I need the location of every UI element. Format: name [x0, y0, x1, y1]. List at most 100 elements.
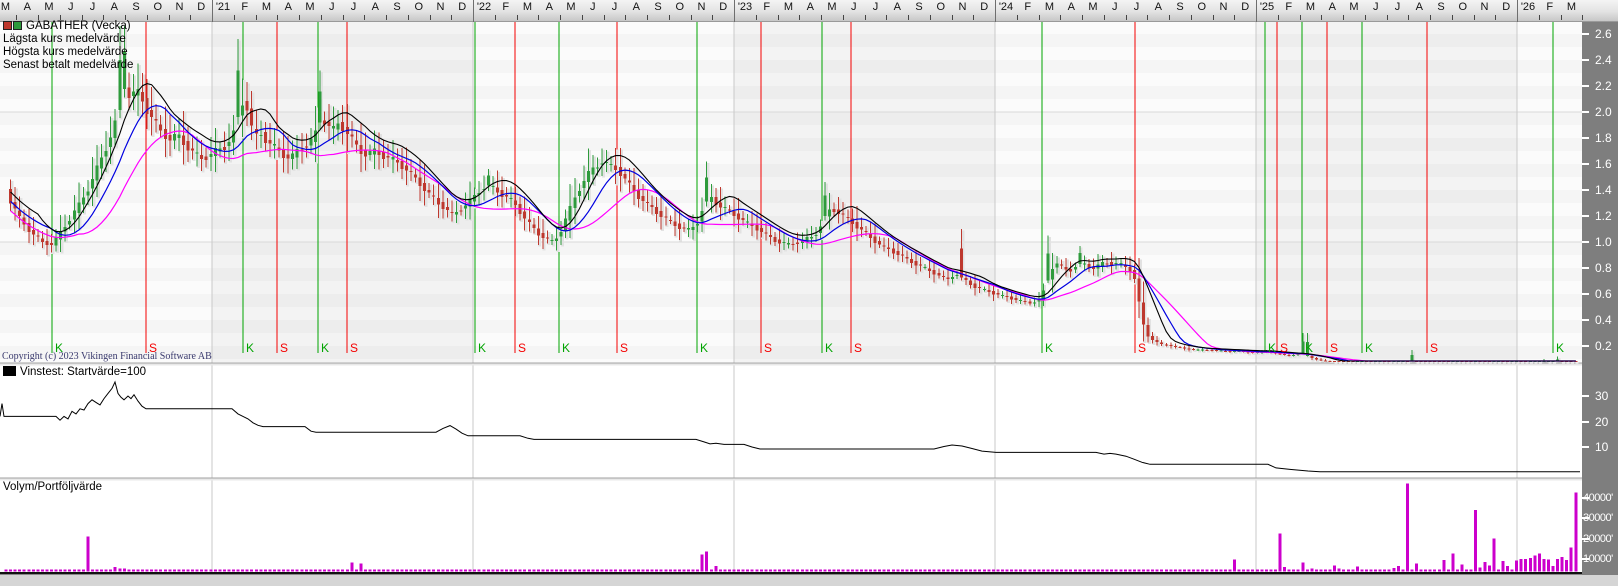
candle-body	[1115, 263, 1118, 264]
month-tick	[973, 15, 974, 20]
volume-bar	[114, 567, 117, 572]
candle-body	[528, 219, 531, 222]
volume-bar	[196, 570, 199, 572]
volume-bar	[346, 570, 349, 572]
candle-body	[1046, 253, 1049, 280]
scale-tick-label: 1.8	[1595, 131, 1612, 145]
volume-bar	[996, 570, 999, 572]
volume-bar	[764, 570, 767, 572]
volume-bar	[141, 570, 144, 572]
volume-bar	[1165, 570, 1168, 572]
candle-body	[227, 142, 230, 146]
candle-body	[237, 70, 240, 117]
candle-body	[1333, 361, 1336, 362]
scale-tick	[1582, 319, 1589, 321]
candle-body	[177, 135, 180, 139]
volume-bar	[805, 570, 808, 572]
candle-body	[705, 177, 708, 201]
volume-bar	[760, 570, 763, 572]
candle-body	[309, 138, 312, 145]
candle-body	[505, 195, 508, 197]
volume-bar	[1097, 570, 1100, 572]
green-swatch-icon	[13, 21, 22, 30]
volume-bar	[623, 570, 626, 572]
volume-bar	[1451, 554, 1454, 572]
volume-bar	[323, 570, 326, 572]
volume-bar	[318, 570, 321, 572]
candle-body	[114, 121, 117, 138]
candle-body	[1101, 262, 1104, 266]
candle-shadow	[1516, 363, 1519, 364]
month-tick	[712, 15, 713, 20]
candle-body	[387, 156, 390, 157]
candle-shadow	[1357, 363, 1360, 364]
bottom-strip	[0, 575, 1618, 586]
time-axis[interactable]: MAMJJASOND'21FMAMJJASOND'22FMAMJJASOND'2…	[0, 0, 1618, 22]
month-label: D	[980, 1, 988, 13]
volume-bar	[569, 570, 572, 572]
month-label: M	[262, 1, 271, 13]
volume-bar	[801, 570, 804, 572]
profit-panel-legend: Vinstest: Startvärde=100	[3, 366, 146, 379]
candle-body	[833, 209, 836, 212]
volume-bar	[9, 570, 12, 572]
volume-bar	[1301, 562, 1304, 571]
volume-bar	[14, 570, 17, 572]
month-label: M	[44, 1, 53, 13]
volume-bar	[309, 570, 312, 572]
candle-body	[1142, 303, 1145, 325]
volume-bar	[1501, 561, 1504, 572]
candle-body	[391, 157, 394, 160]
month-label: M	[1045, 1, 1054, 13]
scale-tick-label: 10	[1595, 440, 1608, 454]
candle-shadow	[1430, 363, 1433, 364]
month-label: A	[24, 1, 31, 13]
candle-body	[842, 213, 845, 214]
volume-bar	[619, 570, 622, 572]
volume-bar	[1197, 570, 1200, 572]
volume-bar	[596, 570, 599, 572]
volume-bar	[1128, 570, 1131, 572]
sell-signal-letter: S	[764, 341, 772, 355]
candle-body	[710, 197, 713, 202]
candle-body	[168, 135, 171, 141]
volume-bar	[414, 570, 417, 572]
month-label: F	[1546, 1, 1553, 13]
candle-body	[332, 126, 335, 129]
buy-signal-letter: K	[321, 341, 329, 355]
month-tick	[495, 15, 496, 20]
volume-bar	[551, 570, 554, 572]
volume-bar	[1547, 560, 1550, 572]
candle-body	[655, 207, 658, 214]
volume-bar	[123, 568, 126, 571]
chart-plot-canvas[interactable]: KSKSKSKSKSKSKSKSKSKSKSK	[0, 0, 1618, 586]
candle-shadow	[1507, 363, 1510, 364]
volume-bar	[450, 570, 453, 572]
month-tick	[930, 15, 931, 20]
buy-signal-letter: K	[1365, 341, 1373, 355]
volume-bar	[710, 570, 713, 572]
price-band	[0, 34, 1582, 47]
volume-bar	[1533, 556, 1536, 572]
scale-tick	[1582, 293, 1589, 295]
candle-body	[1028, 302, 1031, 304]
candle-body	[1160, 343, 1163, 345]
candle-body	[723, 207, 726, 208]
volume-bar	[714, 566, 717, 572]
candle-body	[910, 259, 913, 263]
candle-body	[1083, 263, 1086, 264]
candle-body	[350, 135, 353, 137]
candle-body	[773, 237, 776, 242]
month-tick	[1474, 15, 1475, 20]
candle-body	[582, 181, 585, 188]
volume-bar	[1552, 566, 1555, 572]
scale-tick	[1582, 59, 1589, 61]
month-label: D	[1502, 1, 1510, 13]
volume-bar	[205, 570, 208, 572]
candle-body	[905, 257, 908, 258]
candle-body	[223, 147, 226, 150]
price-band	[0, 164, 1582, 177]
price-scale-bar[interactable]: 0.20.40.60.81.01.21.41.61.82.02.22.42.61…	[1582, 22, 1618, 575]
volume-bar	[541, 570, 544, 572]
scale-tick-label: 0.4	[1595, 313, 1612, 327]
